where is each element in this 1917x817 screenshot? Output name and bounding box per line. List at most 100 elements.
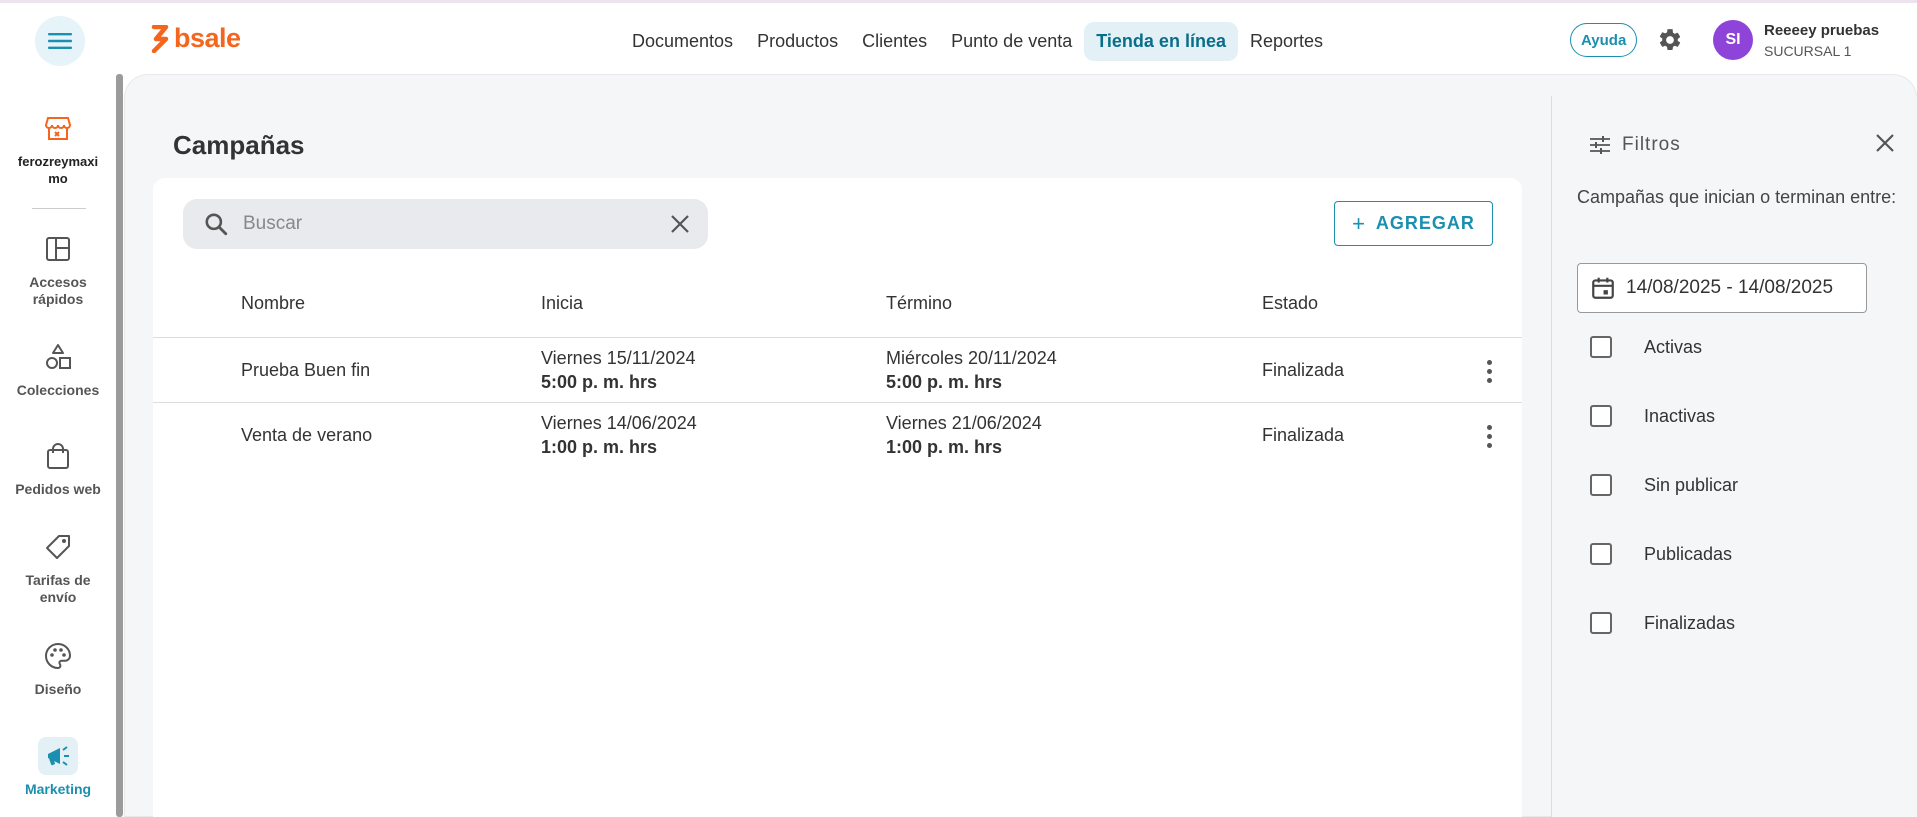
start-time: 5:00 p. m. hrs bbox=[541, 372, 658, 392]
filter-publicadas[interactable]: Publicadas bbox=[1590, 543, 1732, 565]
date-range-input[interactable]: 14/08/2025 - 14/08/2025 bbox=[1577, 263, 1867, 313]
sidebar-item-label: Accesos rápidos bbox=[29, 274, 87, 307]
start-time: 1:00 p. m. hrs bbox=[541, 437, 658, 457]
filter-label: Finalizadas bbox=[1644, 612, 1736, 633]
sidebar-item-colecciones[interactable]: Colecciones bbox=[0, 338, 116, 399]
end-date: Viernes 21/06/2024 bbox=[886, 413, 1042, 433]
campaign-status: Finalizada bbox=[1262, 360, 1345, 380]
store-name: ferozreymaximo bbox=[17, 154, 99, 186]
shopping-bag-icon bbox=[47, 443, 69, 469]
nav-tienda-en-linea[interactable]: Tienda en línea bbox=[1084, 22, 1238, 61]
tag-icon bbox=[46, 535, 70, 559]
filters-description: Campañas que inician o terminan entre: bbox=[1577, 187, 1897, 207]
sidebar-item-label: Colecciones bbox=[16, 382, 100, 398]
nav-productos[interactable]: Productos bbox=[745, 22, 850, 61]
table-row[interactable]: Prueba Buen fin Viernes 15/11/2024 5:00 … bbox=[153, 338, 1522, 403]
filter-finalizadas[interactable]: Finalizadas bbox=[1590, 612, 1735, 634]
page-title: Campañas bbox=[173, 130, 305, 160]
add-button-label: AGREGAR bbox=[1375, 213, 1475, 233]
sidebar-item-diseno[interactable]: Diseño bbox=[0, 637, 116, 698]
end-time: 1:00 p. m. hrs bbox=[886, 437, 1003, 457]
start-date: Viernes 14/06/2024 bbox=[541, 413, 697, 433]
search-box bbox=[183, 199, 708, 249]
campaign-name: Venta de verano bbox=[241, 425, 373, 445]
sidebar-item-pedidos-web[interactable]: Pedidos web bbox=[0, 437, 116, 498]
end-date: Miércoles 20/11/2024 bbox=[886, 348, 1057, 368]
checkbox[interactable] bbox=[1590, 612, 1612, 634]
nav-punto-de-venta[interactable]: Punto de venta bbox=[939, 22, 1084, 61]
checkbox[interactable] bbox=[1590, 336, 1612, 358]
row-menu-button[interactable] bbox=[1479, 421, 1499, 451]
dashboard-icon bbox=[46, 237, 70, 261]
row-menu-button[interactable] bbox=[1479, 356, 1499, 386]
megaphone-icon bbox=[48, 746, 69, 766]
nav-reportes[interactable]: Reportes bbox=[1238, 22, 1335, 61]
help-button[interactable]: Ayuda bbox=[1570, 23, 1638, 57]
bsale-logo[interactable]: bsale bbox=[150, 23, 241, 54]
search-icon bbox=[205, 213, 228, 236]
column-header-estado[interactable]: Estado bbox=[1262, 293, 1318, 314]
add-campaign-button[interactable]: + AGREGAR bbox=[1334, 201, 1493, 246]
sidebar-item-store[interactable]: ferozreymaximo bbox=[0, 109, 116, 187]
filter-activas[interactable]: Activas bbox=[1590, 336, 1702, 358]
filter-label: Activas bbox=[1644, 336, 1703, 357]
filter-inactivas[interactable]: Inactivas bbox=[1590, 405, 1715, 427]
filter-label: Publicadas bbox=[1644, 543, 1733, 564]
filter-label: Sin publicar bbox=[1644, 474, 1739, 495]
campaign-status: Finalizada bbox=[1262, 425, 1345, 445]
checkbox[interactable] bbox=[1590, 405, 1612, 427]
column-header-nombre[interactable]: Nombre bbox=[241, 293, 305, 314]
nav-documentos[interactable]: Documentos bbox=[620, 22, 745, 61]
search-input[interactable] bbox=[243, 204, 643, 244]
checkbox[interactable] bbox=[1590, 543, 1612, 565]
bsale-logo-icon bbox=[151, 24, 169, 53]
menu-button[interactable] bbox=[35, 16, 85, 66]
column-header-inicia[interactable]: Inicia bbox=[541, 293, 583, 314]
sidebar-item-label: Diseño bbox=[34, 681, 82, 697]
campaigns-card: + AGREGAR Nombre Inicia Término Estado P… bbox=[153, 178, 1522, 817]
campaign-start: Viernes 15/11/2024 5:00 p. m. hrs bbox=[541, 348, 695, 393]
calendar-icon bbox=[1592, 277, 1614, 299]
avatar[interactable]: SI bbox=[1713, 20, 1753, 60]
filter-sin-publicar[interactable]: Sin publicar bbox=[1590, 474, 1738, 496]
start-date: Viernes 15/11/2024 bbox=[541, 348, 696, 368]
store-icon bbox=[45, 117, 71, 140]
user-name[interactable]: Reeeey pruebas bbox=[1764, 22, 1879, 39]
top-bar: bsale Documentos Productos Clientes Punt… bbox=[0, 0, 1917, 74]
date-range-value: 14/08/2025 - 14/08/2025 bbox=[1626, 277, 1834, 298]
sidebar-item-label: Tarifas de envío bbox=[25, 572, 91, 605]
shapes-icon bbox=[46, 344, 71, 369]
main-nav: Documentos Productos Clientes Punto de v… bbox=[620, 22, 1335, 61]
campaign-end: Miércoles 20/11/2024 5:00 p. m. hrs bbox=[886, 348, 1057, 393]
table-row[interactable]: Venta de verano Viernes 14/06/2024 1:00 … bbox=[153, 403, 1522, 468]
sidebar-item-tarifas-de-envio[interactable]: Tarifas de envío bbox=[0, 528, 116, 606]
palette-icon bbox=[45, 642, 72, 670]
campaign-end: Viernes 21/06/2024 1:00 p. m. hrs bbox=[886, 413, 1042, 458]
sidebar-item-marketing[interactable]: Marketing bbox=[0, 737, 116, 798]
tune-icon bbox=[1590, 136, 1610, 154]
sidebar: ferozreymaximo Accesos rápidos Coleccion… bbox=[0, 74, 123, 817]
plus-icon: + bbox=[1352, 210, 1366, 236]
nav-clientes[interactable]: Clientes bbox=[850, 22, 939, 61]
campaign-name: Prueba Buen fin bbox=[241, 360, 371, 380]
sidebar-item-accesos-rapidos[interactable]: Accesos rápidos bbox=[0, 230, 116, 308]
campaign-start: Viernes 14/06/2024 1:00 p. m. hrs bbox=[541, 413, 697, 458]
clear-search-icon[interactable] bbox=[669, 213, 691, 235]
close-icon bbox=[1876, 134, 1894, 152]
filters-title-text: Filtros bbox=[1622, 134, 1681, 155]
column-header-termino[interactable]: Término bbox=[886, 293, 952, 314]
sidebar-divider bbox=[32, 208, 86, 209]
sidebar-item-label: Marketing bbox=[24, 781, 92, 797]
filters-title: Filtros bbox=[1590, 134, 1681, 156]
gear-icon bbox=[1659, 29, 1681, 50]
checkbox[interactable] bbox=[1590, 474, 1612, 496]
close-filters-button[interactable] bbox=[1874, 132, 1896, 159]
sidebar-scrollbar[interactable] bbox=[116, 74, 123, 817]
hamburger-icon bbox=[48, 33, 72, 49]
end-time: 5:00 p. m. hrs bbox=[886, 372, 1003, 392]
user-branch: SUCURSAL 1 bbox=[1764, 43, 1852, 59]
sidebar-item-label: Pedidos web bbox=[15, 481, 101, 497]
settings-button[interactable] bbox=[1657, 27, 1683, 58]
filters-panel: Filtros Campañas que inician o terminan … bbox=[1551, 96, 1917, 817]
logo-text: bsale bbox=[174, 23, 241, 53]
